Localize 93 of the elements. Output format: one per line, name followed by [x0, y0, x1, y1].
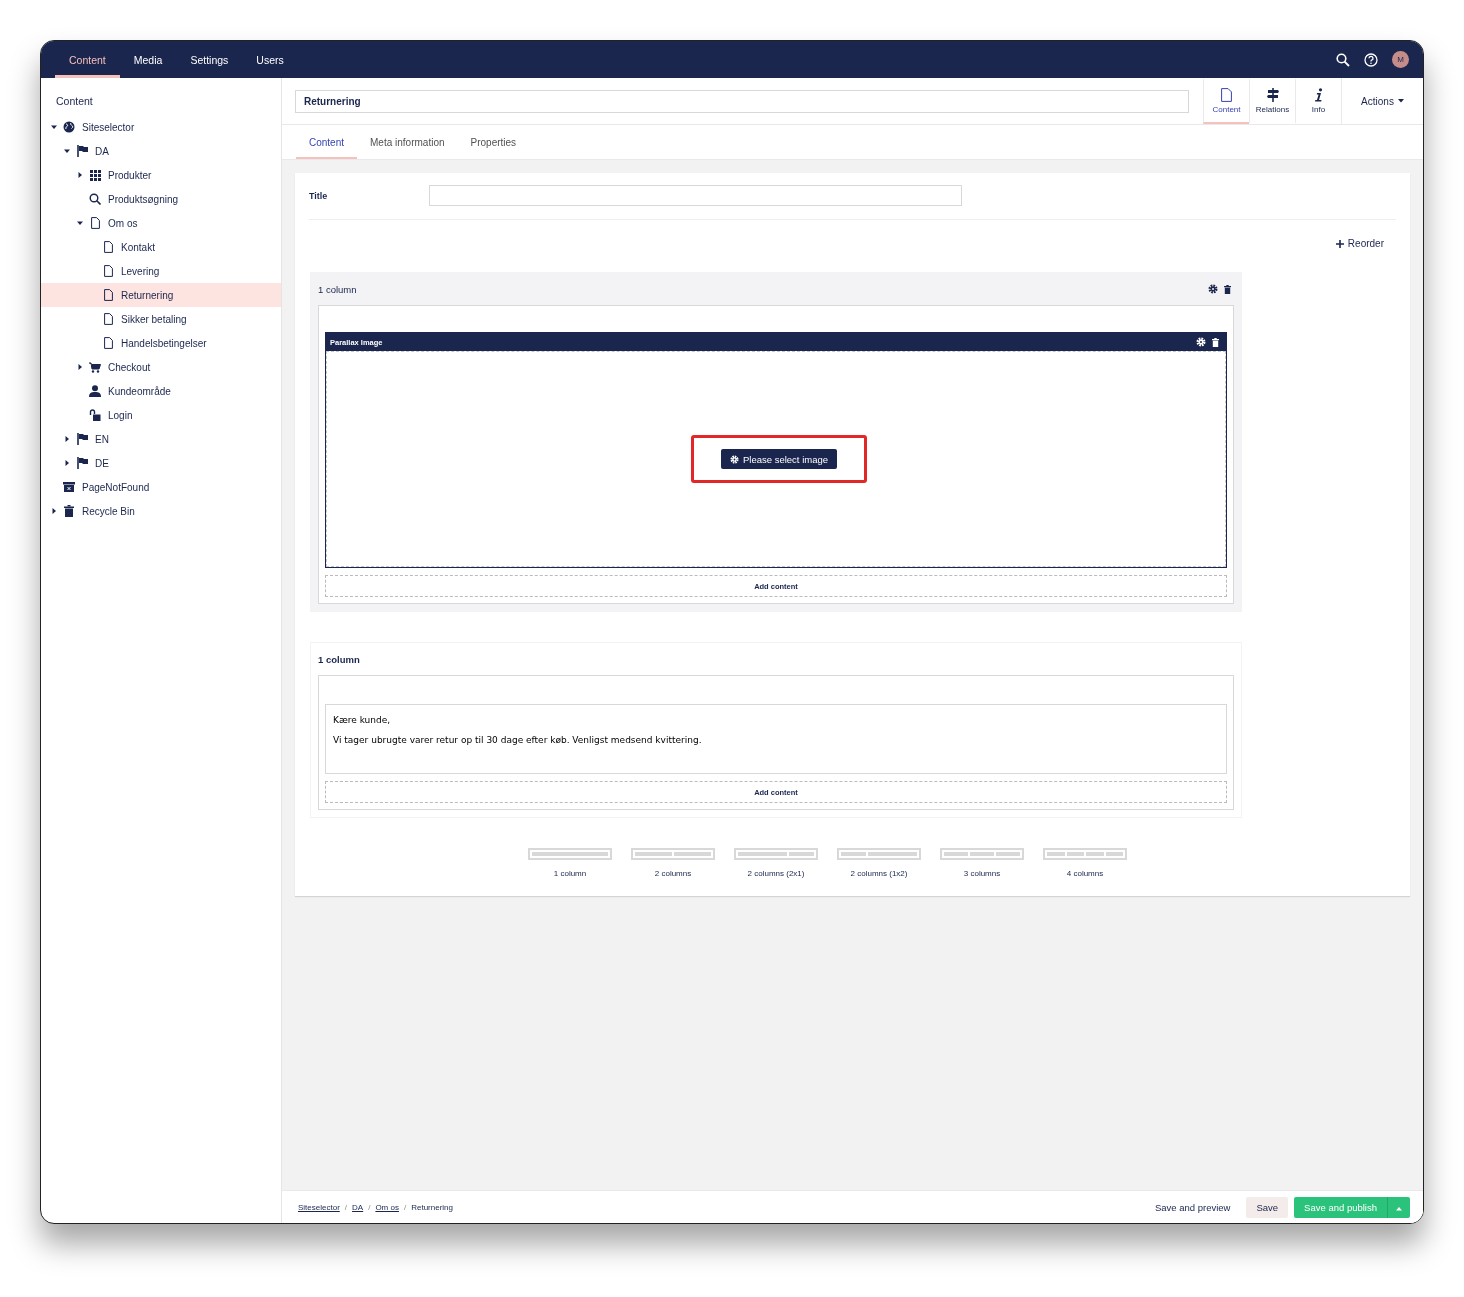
- signpost-icon: [1266, 88, 1279, 102]
- breadcrumb-link[interactable]: Siteselector: [298, 1202, 340, 1212]
- tree-item[interactable]: DA: [41, 139, 281, 163]
- tree-item[interactable]: Kundeområde: [41, 379, 281, 403]
- section-tab[interactable]: Users: [242, 41, 298, 78]
- cart-icon: [89, 361, 101, 373]
- info-icon: [1314, 88, 1323, 102]
- breadcrumb-link[interactable]: Om os: [375, 1202, 399, 1212]
- layout-label[interactable]: 4 columns: [1066, 869, 1104, 878]
- tree-item[interactable]: PageNotFound: [41, 475, 281, 499]
- caret-icon[interactable]: [51, 124, 57, 130]
- layout-thumbnail[interactable]: [734, 848, 818, 860]
- layout-thumbnail[interactable]: [528, 848, 612, 860]
- paragraph: Vi tager ubrugte varer retur op til 30 dage efter køb. Venligst medsend kvittering.: [333, 735, 703, 745]
- help-icon[interactable]: [1364, 52, 1378, 67]
- search-icon: [89, 193, 101, 205]
- reorder-button[interactable]: Reorder: [1335, 238, 1384, 249]
- tree-item[interactable]: Checkout: [41, 355, 281, 379]
- caret-icon[interactable]: [64, 148, 70, 154]
- tree-item[interactable]: Produktsøgning: [41, 187, 281, 211]
- tree-item[interactable]: Levering: [41, 259, 281, 283]
- page-icon: [103, 241, 113, 253]
- row-title: 1 column: [318, 283, 357, 295]
- tree-item[interactable]: DE: [41, 451, 281, 475]
- caret-icon[interactable]: [51, 508, 57, 514]
- layout-label[interactable]: 2 columns (2x1): [747, 869, 805, 878]
- flag-icon: [76, 145, 88, 157]
- row-title: 1 column: [318, 653, 360, 665]
- layout-thumbnail[interactable]: [631, 848, 715, 860]
- tree-item[interactable]: Returnering: [41, 283, 281, 307]
- layout-thumbnail[interactable]: [1043, 848, 1127, 860]
- tree-item[interactable]: Produkter: [41, 163, 281, 187]
- tree-item[interactable]: Om os: [41, 211, 281, 235]
- tree-item[interactable]: Siteselector: [41, 115, 281, 139]
- caret-icon[interactable]: [77, 364, 83, 370]
- layout-label[interactable]: 2 columns: [654, 869, 692, 878]
- trash-icon: [64, 505, 74, 517]
- user-avatar[interactable]: M: [1392, 51, 1409, 68]
- search-icon[interactable]: [1336, 52, 1350, 67]
- trash-icon[interactable]: [1224, 284, 1231, 294]
- page-icon: [103, 289, 113, 301]
- caret-icon: [1396, 1206, 1402, 1211]
- caret-icon[interactable]: [64, 436, 70, 442]
- name-field[interactable]: Returnering: [295, 89, 1189, 113]
- page-icon: [90, 217, 100, 229]
- grid-icon: [89, 169, 101, 181]
- caret-icon[interactable]: [64, 460, 70, 466]
- app-tab[interactable]: Relations: [1249, 78, 1295, 124]
- select-image-button[interactable]: Please select image: [721, 449, 837, 469]
- paragraph: Kære kunde,: [333, 715, 392, 725]
- breadcrumb-separator: /: [344, 1202, 348, 1212]
- sidebar-title: Content: [55, 94, 94, 109]
- caret-icon[interactable]: [77, 220, 83, 226]
- user-icon: [89, 385, 101, 397]
- page-icon: [103, 337, 113, 349]
- title-input[interactable]: [429, 185, 962, 206]
- tree-item[interactable]: Login: [41, 403, 281, 427]
- unlocked-padlock-icon: [89, 409, 101, 421]
- page-icon: [103, 265, 113, 277]
- caret-icon[interactable]: [77, 172, 83, 178]
- plus-icon: [1335, 239, 1344, 248]
- flag-icon: [76, 457, 88, 469]
- layout-thumbnail[interactable]: [837, 848, 921, 860]
- breadcrumb-separator: /: [368, 1202, 371, 1212]
- tree-item[interactable]: Handelsbetingelser: [41, 331, 281, 355]
- flag-icon: [76, 433, 88, 445]
- settings-icon[interactable]: [1208, 284, 1218, 294]
- layout-label[interactable]: 1 column: [553, 869, 587, 878]
- section-tab[interactable]: Media: [119, 41, 177, 78]
- caret-icon: [1397, 99, 1404, 103]
- section-tab[interactable]: Content: [55, 41, 120, 78]
- layout-label[interactable]: 3 columns: [963, 869, 1001, 878]
- content-tab[interactable]: Content: [296, 125, 358, 159]
- content-tab[interactable]: Properties: [457, 125, 530, 159]
- breadcrumb-link[interactable]: DA: [352, 1202, 364, 1212]
- breadcrumb-separator: /: [403, 1202, 407, 1212]
- tree-item[interactable]: Kontakt: [41, 235, 281, 259]
- section-tab[interactable]: Settings: [176, 41, 243, 78]
- tree-item[interactable]: Recycle Bin: [41, 499, 281, 523]
- page-icon: [1221, 88, 1232, 102]
- tree-item[interactable]: Sikker betaling: [41, 307, 281, 331]
- breadcrumb-current: Returnering: [411, 1202, 453, 1212]
- archive-box-icon: [63, 482, 75, 492]
- publish-options-button[interactable]: [1387, 1196, 1410, 1218]
- page-icon: [103, 313, 113, 325]
- layout-thumbnail[interactable]: [940, 848, 1024, 860]
- save-button[interactable]: Save: [1246, 1196, 1289, 1218]
- content-tab[interactable]: Meta information: [357, 125, 458, 159]
- field-label: Title: [309, 190, 329, 201]
- trash-icon[interactable]: [1212, 337, 1219, 347]
- settings-icon: [730, 454, 739, 464]
- tree-item[interactable]: EN: [41, 427, 281, 451]
- layout-label[interactable]: 2 columns (1x2): [850, 869, 908, 878]
